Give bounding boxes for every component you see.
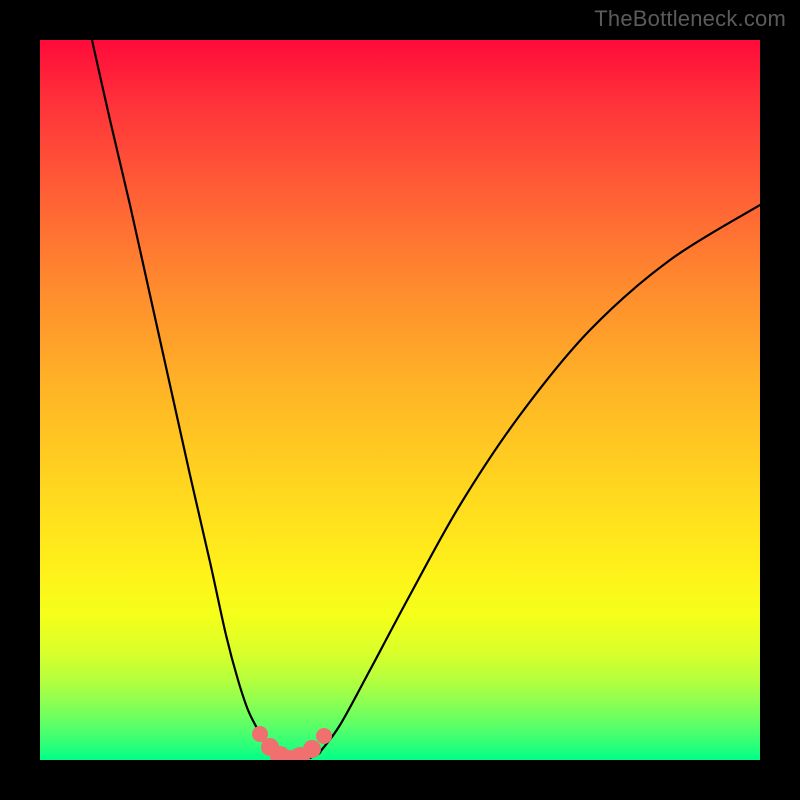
- valley-marker: [303, 740, 321, 758]
- chart-svg: [40, 40, 760, 760]
- chart-frame: TheBottleneck.com: [0, 0, 800, 800]
- valley-markers: [252, 726, 332, 760]
- plot-area: [40, 40, 760, 760]
- valley-marker: [316, 728, 332, 744]
- watermark-text: TheBottleneck.com: [594, 6, 786, 32]
- curve-line: [92, 40, 760, 760]
